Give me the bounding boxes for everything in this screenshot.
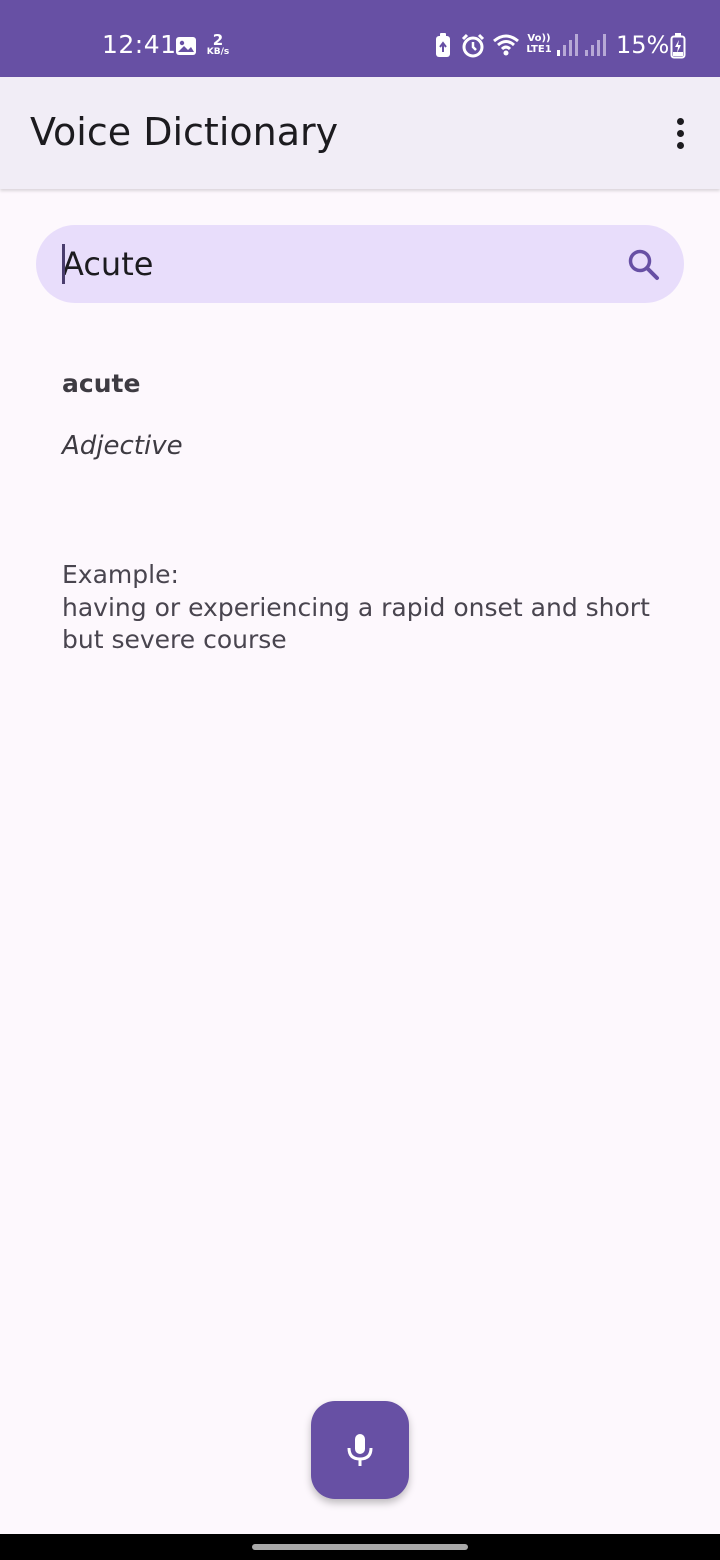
more-vert-icon[interactable]: [660, 113, 700, 153]
wifi-icon: [493, 34, 519, 56]
definition-text: having or experiencing a rapid onset and…: [62, 593, 650, 654]
status-time: 12:41: [102, 30, 177, 59]
text-caret: [62, 244, 65, 284]
volte-indicator: Vo)) LTE1: [526, 33, 552, 55]
part-of-speech: Adjective: [62, 431, 183, 461]
search-bar: [36, 225, 684, 303]
battery-saver-icon: [436, 33, 450, 57]
search-icon: [628, 249, 659, 280]
network-speed-value: 2: [212, 31, 224, 49]
search-input[interactable]: [62, 241, 602, 287]
home-gesture-handle[interactable]: [252, 1544, 468, 1550]
app-bar: Voice Dictionary: [0, 77, 720, 189]
search-button[interactable]: [622, 243, 666, 287]
signal-icon-2: [585, 34, 606, 56]
microphone-button[interactable]: [311, 1401, 409, 1499]
menu-dot: [676, 117, 684, 125]
status-bar: 12:41 2 KB/s Vo)) LTE1 15%: [0, 0, 720, 77]
battery-percent: 15%: [616, 31, 670, 59]
alarm-icon: [461, 33, 485, 58]
battery-icon: [670, 33, 686, 59]
result-word: acute: [62, 369, 141, 398]
menu-dot: [676, 129, 684, 137]
app-title: Voice Dictionary: [30, 110, 339, 154]
signal-icon: [557, 34, 578, 56]
menu-dot: [676, 141, 684, 149]
example-label: Example:: [62, 560, 179, 589]
gallery-icon: [176, 37, 196, 55]
network-speed: 2 KB/s: [203, 33, 233, 57]
microphone-icon: [347, 1434, 373, 1466]
network-speed-unit: KB/s: [206, 47, 230, 57]
navigation-bar: [0, 1534, 720, 1560]
